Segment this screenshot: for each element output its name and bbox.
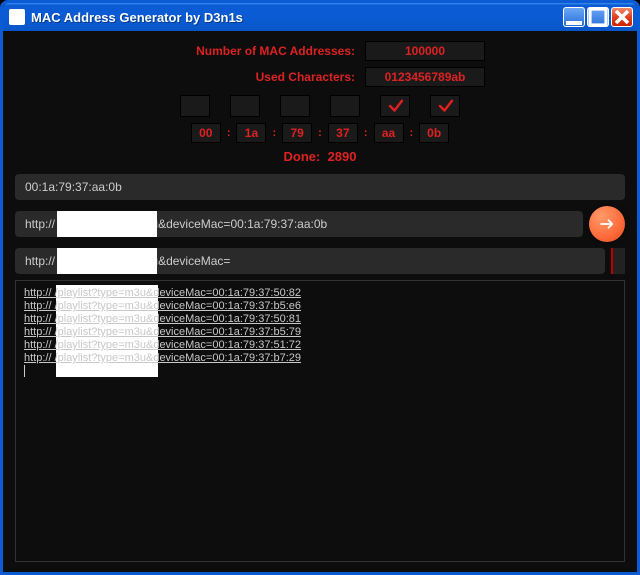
lock-checkbox-1[interactable]	[230, 95, 260, 117]
client-area: Number of MAC Addresses: 100000 Used Cha…	[3, 31, 637, 572]
lock-checkbox-0[interactable]	[180, 95, 210, 117]
redaction-box	[57, 211, 157, 237]
app-window: MAC Address Generator by D3n1s Number of…	[0, 0, 640, 575]
mac-separator: :	[410, 127, 414, 139]
mac-segment-1[interactable]: 1a	[236, 123, 266, 143]
check-icon	[437, 97, 455, 115]
output-box[interactable]: http:// /playlist?type=m3u&deviceMac=00:…	[15, 280, 625, 562]
mac-segment-0[interactable]: 00	[191, 123, 221, 143]
maximize-button[interactable]	[587, 7, 609, 27]
text-cursor	[24, 365, 25, 377]
mac-segment-5[interactable]: 0b	[419, 123, 449, 143]
scroll-button[interactable]	[611, 248, 625, 274]
lock-row: :::::	[15, 95, 625, 117]
output-line[interactable]: http:// /playlist?type=m3u&deviceMac=00:…	[24, 326, 616, 338]
output-line[interactable]: http:// /playlist?type=m3u&deviceMac=00:…	[24, 352, 616, 364]
url-template-field[interactable]: http:// /playlist?type=m3u&deviceMac=	[15, 248, 605, 274]
mac-separator: :	[318, 127, 322, 139]
app-icon	[9, 9, 25, 25]
current-mac-field[interactable]: 00:1a:79:37:aa:0b	[15, 174, 625, 200]
output-line[interactable]: http:// /playlist?type=m3u&deviceMac=00:…	[24, 300, 616, 312]
check-icon	[387, 97, 405, 115]
mac-segment-3[interactable]: 37	[328, 123, 358, 143]
output-line[interactable]: http:// /playlist?type=m3u&deviceMac=00:…	[24, 313, 616, 325]
go-button[interactable]	[589, 206, 625, 242]
window-title: MAC Address Generator by D3n1s	[31, 10, 563, 25]
lock-checkbox-5[interactable]	[430, 95, 460, 117]
done-status: Done: 2890	[15, 149, 625, 164]
lock-checkbox-4[interactable]	[380, 95, 410, 117]
window-controls	[563, 7, 633, 27]
current-mac-text: 00:1a:79:37:aa:0b	[25, 180, 122, 194]
mac-segment-2[interactable]: 79	[282, 123, 312, 143]
lock-checkbox-2[interactable]	[280, 95, 310, 117]
mac-separator: :	[227, 127, 231, 139]
output-line[interactable]: http:// /playlist?type=m3u&deviceMac=00:…	[24, 287, 616, 299]
redaction-box	[57, 248, 157, 274]
arrow-right-icon	[598, 215, 616, 233]
num-addresses-value[interactable]: 100000	[365, 41, 485, 61]
mac-separator: :	[364, 127, 368, 139]
mac-segment-row: 00:1a:79:37:aa:0b	[15, 123, 625, 143]
used-chars-value[interactable]: 0123456789ab	[365, 67, 485, 87]
used-chars-label: Used Characters:	[155, 70, 355, 84]
lock-checkbox-3[interactable]	[330, 95, 360, 117]
done-label: Done:	[284, 149, 321, 164]
num-addresses-label: Number of MAC Addresses:	[155, 44, 355, 58]
mac-separator: :	[272, 127, 276, 139]
url-full-field[interactable]: http:// /playlist?type=m3u&deviceMac=00:…	[15, 211, 583, 237]
done-value: 2890	[328, 149, 357, 164]
titlebar[interactable]: MAC Address Generator by D3n1s	[3, 3, 637, 31]
minimize-button[interactable]	[563, 7, 585, 27]
close-button[interactable]	[611, 7, 633, 27]
mac-segment-4[interactable]: aa	[374, 123, 404, 143]
output-line[interactable]: http:// /playlist?type=m3u&deviceMac=00:…	[24, 339, 616, 351]
